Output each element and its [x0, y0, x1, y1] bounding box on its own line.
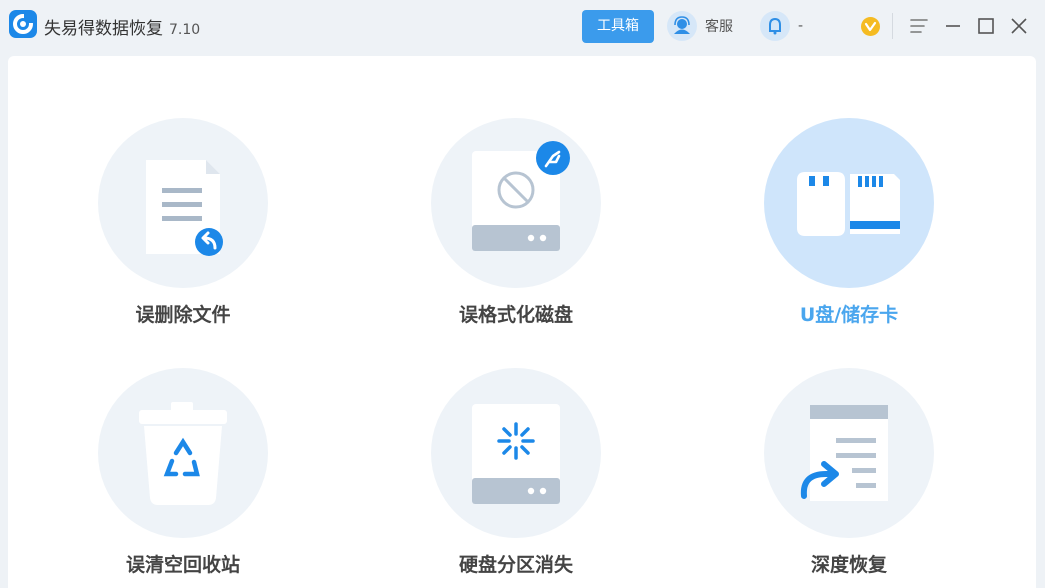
app-name: 失易得数据恢复	[44, 19, 163, 39]
mode-card-recycle-bin[interactable]: 误清空回收站	[88, 368, 278, 578]
recovery-mode-panel: 误删除文件 误格式化磁盘 U盘/储存卡 误清空回收站 硬盘分区消失 深度恢复	[8, 56, 1036, 588]
mode-label: 深度恢复	[810, 554, 887, 576]
title-bar: 失易得数据恢复 7.10 工具箱 客服 -	[0, 0, 1045, 52]
formatted-disk-icon	[431, 118, 601, 288]
close-icon[interactable]	[1005, 12, 1033, 40]
user-avatar-icon	[760, 11, 790, 41]
user-account-button[interactable]: -	[760, 11, 803, 41]
mode-card-deleted-files[interactable]: 误删除文件	[88, 118, 278, 328]
app-title: 失易得数据恢复 7.10	[44, 14, 200, 39]
user-name-label: -	[798, 18, 804, 34]
minimize-icon[interactable]	[939, 12, 967, 40]
mode-label: U盘/储存卡	[799, 304, 899, 326]
toolbar-divider	[892, 13, 893, 39]
mode-card-lost-partition[interactable]: 硬盘分区消失	[421, 368, 611, 578]
app-logo-icon	[9, 10, 37, 38]
toolbox-button[interactable]: 工具箱	[582, 10, 654, 43]
vip-badge-icon[interactable]	[861, 17, 880, 36]
mode-label: 误清空回收站	[125, 554, 240, 576]
mode-label: 硬盘分区消失	[458, 554, 573, 576]
recycle-bin-icon	[98, 368, 268, 538]
app-version: 7.10	[169, 22, 201, 38]
lost-partition-icon	[431, 368, 601, 538]
mode-card-usb-sdcard[interactable]: U盘/储存卡	[754, 118, 944, 328]
customer-service-label: 客服	[705, 19, 733, 35]
mode-label: 误格式化磁盘	[458, 304, 573, 326]
usb-sdcard-icon	[764, 118, 934, 288]
maximize-icon[interactable]	[972, 12, 1000, 40]
customer-service-button[interactable]: 客服	[667, 11, 733, 41]
mode-label: 误删除文件	[135, 304, 231, 326]
mode-card-formatted-disk[interactable]: 误格式化磁盘	[421, 118, 611, 328]
customer-service-icon	[667, 11, 697, 41]
menu-icon[interactable]	[905, 12, 933, 40]
mode-card-deep-recovery[interactable]: 深度恢复	[754, 368, 944, 578]
deleted-file-icon	[98, 118, 268, 288]
deep-recovery-icon	[764, 368, 934, 538]
